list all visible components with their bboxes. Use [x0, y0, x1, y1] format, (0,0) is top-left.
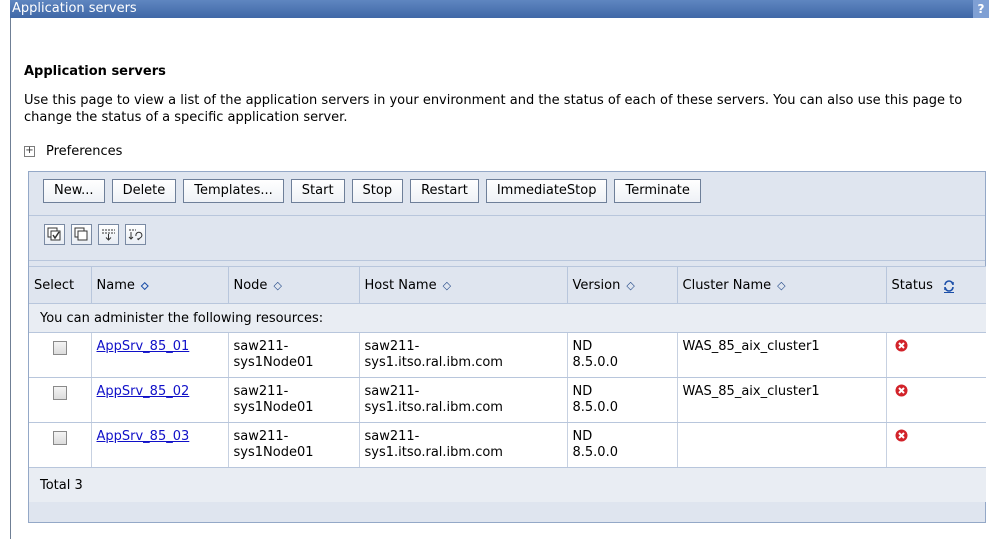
column-header-name[interactable]: Name ⬦	[91, 266, 229, 304]
version-cell: ND 8.5.0.0	[567, 422, 678, 468]
administer-note: You can administer the following resourc…	[29, 303, 986, 333]
name-cell: AppSrv_85_02	[91, 377, 229, 423]
version-cell: ND 8.5.0.0	[567, 377, 678, 423]
table-header-row: Select Name ⬦ Node ◇ Host Name ◇ Version ◇ C…	[29, 266, 986, 304]
node-cell: saw211- sys1Node01	[228, 422, 360, 468]
sort-icon[interactable]: ◇	[777, 279, 785, 292]
status-cell	[886, 332, 986, 378]
table-row: AppSrv_85_02 saw211- sys1Node01 saw211- sy…	[29, 377, 986, 423]
column-header-status: Status	[886, 266, 986, 304]
refresh-icon[interactable]	[943, 279, 955, 293]
column-header-version[interactable]: Version ◇	[567, 266, 678, 304]
table-note-row: You can administer the following resourc…	[29, 303, 986, 333]
server-link[interactable]: AppSrv_85_03	[97, 429, 190, 444]
cluster-cell: WAS_85_aix_cluster1	[677, 332, 887, 378]
sort-icon[interactable]: ◇	[443, 279, 451, 292]
action-toolbar: New... Delete Templates... Start Stop Re…	[43, 179, 701, 203]
servers-table: Select Name ⬦ Node ◇ Host Name ◇ Version ◇ C…	[29, 266, 986, 502]
row-select-cell	[29, 422, 92, 468]
table-row: AppSrv_85_03 saw211- sys1Node01 saw211- sy…	[29, 422, 986, 468]
deselect-all-icon[interactable]	[71, 224, 92, 245]
sort-ascending-icon[interactable]: ⬦	[141, 279, 149, 292]
collection-panel: New... Delete Templates... Start Stop Re…	[28, 171, 986, 523]
start-button[interactable]: Start	[290, 179, 345, 203]
delete-button[interactable]: Delete	[111, 179, 177, 203]
select-all-icon[interactable]	[44, 224, 65, 245]
status-cell	[886, 422, 986, 468]
sort-icon[interactable]: ◇	[626, 279, 634, 292]
preferences-label: Preferences	[46, 144, 123, 159]
name-cell: AppSrv_85_01	[91, 332, 229, 378]
stopped-status-icon	[895, 429, 908, 442]
version-cell: ND 8.5.0.0	[567, 332, 678, 378]
preferences-toggle[interactable]: + Preferences	[24, 144, 122, 159]
clear-filter-icon[interactable]	[125, 224, 146, 245]
help-button[interactable]: ?	[973, 0, 989, 18]
templates-button[interactable]: Templates...	[183, 179, 284, 203]
stopped-status-icon	[895, 384, 908, 397]
column-header-host[interactable]: Host Name ◇	[359, 266, 568, 304]
column-header-node[interactable]: Node ◇	[228, 266, 360, 304]
column-header-cluster[interactable]: Cluster Name ◇	[677, 266, 887, 304]
host-cell: saw211- sys1.itso.ral.ibm.com	[359, 332, 568, 378]
cluster-cell: WAS_85_aix_cluster1	[677, 377, 887, 423]
window-titlebar: Application servers ?	[10, 0, 989, 18]
host-cell: saw211- sys1.itso.ral.ibm.com	[359, 377, 568, 423]
server-link[interactable]: AppSrv_85_01	[97, 339, 190, 354]
page-title: Application servers	[24, 64, 166, 79]
table-row: AppSrv_85_01 saw211- sys1Node01 saw211- sy…	[29, 332, 986, 378]
show-filter-icon[interactable]	[98, 224, 119, 245]
icon-toolbar	[44, 224, 146, 245]
new-button[interactable]: New...	[43, 179, 105, 203]
server-link[interactable]: AppSrv_85_02	[97, 384, 190, 399]
sort-icon[interactable]: ◇	[273, 279, 281, 292]
toolbar-divider	[29, 215, 985, 216]
status-cell	[886, 377, 986, 423]
expand-icon[interactable]: +	[24, 146, 35, 157]
node-cell: saw211- sys1Node01	[228, 332, 360, 378]
restart-button[interactable]: Restart	[410, 179, 479, 203]
page-description: Use this page to view a list of the appl…	[24, 93, 963, 125]
cluster-cell	[677, 422, 887, 468]
column-header-select: Select	[29, 266, 92, 304]
row-checkbox[interactable]	[52, 386, 67, 400]
total-count: Total 3	[29, 467, 986, 502]
row-checkbox[interactable]	[52, 341, 67, 355]
row-select-cell	[29, 332, 92, 378]
stop-button[interactable]: Stop	[351, 179, 404, 203]
terminate-button[interactable]: Terminate	[614, 179, 701, 203]
icon-toolbar-divider	[29, 260, 985, 261]
host-cell: saw211- sys1.itso.ral.ibm.com	[359, 422, 568, 468]
window-title: Application servers	[12, 1, 137, 16]
stopped-status-icon	[895, 339, 908, 352]
row-select-cell	[29, 377, 92, 423]
row-checkbox[interactable]	[52, 431, 67, 445]
node-cell: saw211- sys1Node01	[228, 377, 360, 423]
name-cell: AppSrv_85_03	[91, 422, 229, 468]
table-footer-row: Total 3	[29, 467, 986, 502]
immediate-stop-button[interactable]: ImmediateStop	[485, 179, 608, 203]
